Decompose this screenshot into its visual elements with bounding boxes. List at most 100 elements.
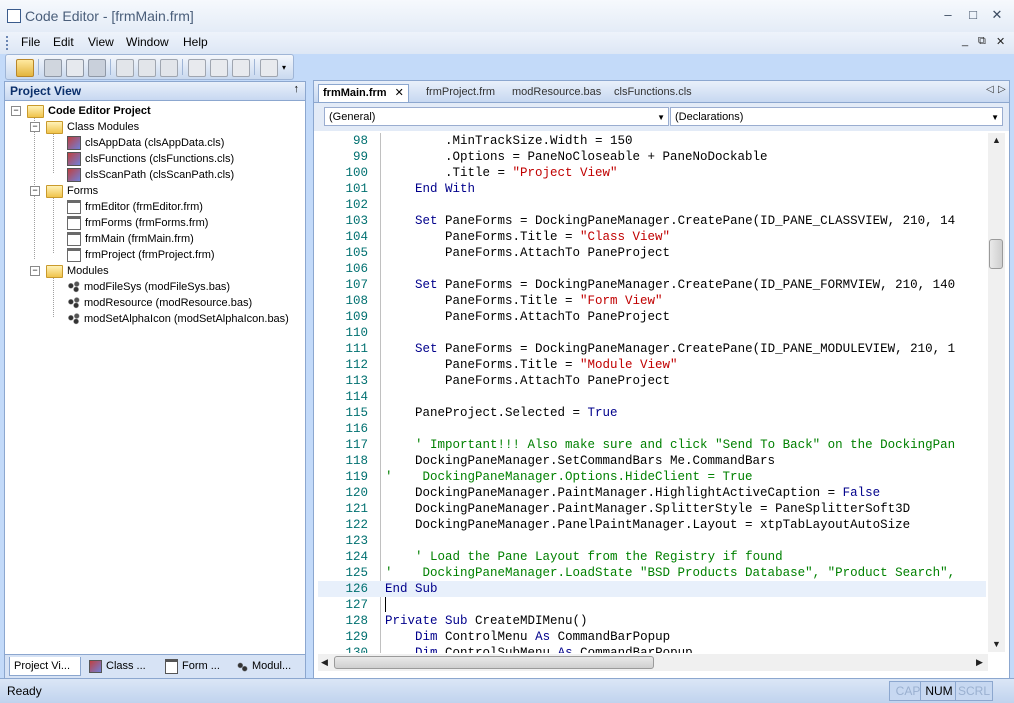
code-line[interactable]: 127 bbox=[318, 597, 986, 613]
code-text: End Sub bbox=[385, 582, 438, 596]
code-line[interactable]: 109 PaneForms.AttachTo PaneProject bbox=[318, 309, 986, 325]
print-icon[interactable] bbox=[44, 59, 62, 77]
tab-project-view[interactable]: Project Vi... bbox=[9, 657, 81, 676]
code-line[interactable]: 116 bbox=[318, 421, 986, 437]
scroll-up-icon[interactable]: ▲ bbox=[992, 135, 1001, 145]
code-line[interactable]: 105 PaneForms.AttachTo PaneProject bbox=[318, 245, 986, 261]
code-line[interactable]: 123 bbox=[318, 533, 986, 549]
tab-clsfunctions[interactable]: clsFunctions.cls bbox=[614, 84, 692, 101]
scroll-down-icon[interactable]: ▼ bbox=[992, 639, 1001, 649]
procedure-combo[interactable]: (Declarations) ▼ bbox=[670, 107, 1003, 126]
code-line[interactable]: 98 .MinTrackSize.Width = 150 bbox=[318, 133, 986, 149]
code-line[interactable]: 102 bbox=[318, 197, 986, 213]
code-line[interactable]: 101 End With bbox=[318, 181, 986, 197]
tree-item-modfilesys[interactable]: modFileSys (modFileSys.bas) bbox=[67, 279, 230, 295]
line-number: 118 bbox=[345, 454, 368, 468]
toolbar-overflow-icon[interactable]: ▾ bbox=[282, 63, 286, 72]
code-line[interactable]: 115 PaneProject.Selected = True bbox=[318, 405, 986, 421]
tab-class-view[interactable]: Class ... bbox=[85, 657, 159, 675]
mdi-minimize-button[interactable]: _ bbox=[962, 35, 968, 47]
code-line[interactable]: 128 Private Sub CreateMDIMenu() bbox=[318, 613, 986, 629]
tab-module-view[interactable]: Modul... bbox=[233, 657, 307, 675]
menubar-grip[interactable] bbox=[6, 36, 11, 50]
tab-frmproject[interactable]: frmProject.frm bbox=[426, 84, 495, 101]
menu-view[interactable]: View bbox=[88, 35, 114, 49]
close-tab-icon[interactable]: ✕ bbox=[395, 87, 404, 99]
tree-item-frmeditor[interactable]: frmEditor (frmEditor.frm) bbox=[67, 199, 203, 215]
scroll-left-icon[interactable]: ◀ bbox=[321, 657, 328, 668]
collapse-icon[interactable]: − bbox=[11, 106, 21, 116]
tree-item-clsscanpath[interactable]: clsScanPath (clsScanPath.cls) bbox=[67, 167, 234, 183]
code-line[interactable]: 129 Dim ControlMenu As CommandBarPopup bbox=[318, 629, 986, 645]
close-button[interactable]: ✕ bbox=[989, 7, 1005, 23]
code-line[interactable]: 114 bbox=[318, 389, 986, 405]
tab-scroll-right-icon[interactable]: ▷ bbox=[998, 84, 1006, 95]
code-line[interactable]: 113 PaneForms.AttachTo PaneProject bbox=[318, 373, 986, 389]
code-line[interactable]: 108 PaneForms.Title = "Form View" bbox=[318, 293, 986, 309]
tree-item-modresource[interactable]: modResource (modResource.bas) bbox=[67, 295, 252, 311]
maximize-button[interactable]: □ bbox=[965, 7, 981, 23]
code-line[interactable]: 126 End Sub bbox=[318, 581, 986, 597]
scroll-right-icon[interactable]: ▶ bbox=[976, 657, 983, 668]
menu-window[interactable]: Window bbox=[126, 35, 169, 49]
collapse-icon[interactable]: − bbox=[30, 186, 40, 196]
cut-icon[interactable] bbox=[116, 59, 134, 77]
code-line[interactable]: 121 DockingPaneManager.PaintManager.Spli… bbox=[318, 501, 986, 517]
code-line[interactable]: 99 .Options = PaneNoCloseable + PaneNoDo… bbox=[318, 149, 986, 165]
code-line[interactable]: 125 ' DockingPaneManager.LoadState "BSD P… bbox=[318, 565, 986, 581]
mdi-restore-button[interactable]: ⧉ bbox=[978, 35, 986, 48]
code-line[interactable]: 118 DockingPaneManager.SetCommandBars Me… bbox=[318, 453, 986, 469]
code-line[interactable]: 107 Set PaneForms = DockingPaneManager.C… bbox=[318, 277, 986, 293]
clear-icon[interactable] bbox=[188, 59, 206, 77]
code-line[interactable]: 124 ' Load the Pane Layout from the Regi… bbox=[318, 549, 986, 565]
pin-icon[interactable]: ↑ bbox=[294, 83, 300, 95]
code-line[interactable]: 122 DockingPaneManager.PanelPaintManager… bbox=[318, 517, 986, 533]
tab-form-view[interactable]: Form ... bbox=[161, 657, 231, 675]
tab-modresource[interactable]: modResource.bas bbox=[512, 84, 601, 101]
horizontal-scrollbar[interactable]: ◀ ▶ bbox=[318, 654, 988, 671]
open-folder-icon[interactable] bbox=[16, 59, 34, 77]
menu-file[interactable]: File bbox=[21, 35, 40, 49]
code-line[interactable]: 110 bbox=[318, 325, 986, 341]
save-icon[interactable] bbox=[88, 59, 106, 77]
code-line[interactable]: 130 Dim ControlSubMenu As CommandBarPopu… bbox=[318, 645, 986, 653]
paste-icon[interactable] bbox=[160, 59, 178, 77]
collapse-icon[interactable]: − bbox=[30, 266, 40, 276]
vertical-scrollbar[interactable]: ▲ ▼ bbox=[988, 133, 1005, 652]
module-icon bbox=[67, 313, 80, 326]
code-text: Set PaneForms = DockingPaneManager.Creat… bbox=[415, 278, 956, 292]
vertical-scroll-thumb[interactable] bbox=[989, 239, 1003, 269]
code-line[interactable]: 112 PaneForms.Title = "Module View" bbox=[318, 357, 986, 373]
line-number: 98 bbox=[352, 134, 368, 148]
minimize-button[interactable]: – bbox=[940, 7, 956, 23]
tree-item-clsfunctions[interactable]: clsFunctions (clsFunctions.cls) bbox=[67, 151, 234, 167]
window-icon[interactable] bbox=[260, 59, 278, 77]
tree-item-modsetalphaicon[interactable]: modSetAlphaIcon (modSetAlphaIcon.bas) bbox=[67, 311, 289, 327]
code-line[interactable]: 106 bbox=[318, 261, 986, 277]
object-combo[interactable]: (General) ▼ bbox=[324, 107, 669, 126]
print-preview-icon[interactable] bbox=[66, 59, 84, 77]
code-line[interactable]: 100 .Title = "Project View" bbox=[318, 165, 986, 181]
tab-scroll-left-icon[interactable]: ◁ bbox=[986, 84, 994, 95]
collapse-icon[interactable]: − bbox=[30, 122, 40, 132]
tab-frmmain[interactable]: frmMain.frm ✕ bbox=[318, 84, 409, 102]
code-line[interactable]: 120 DockingPaneManager.PaintManager.High… bbox=[318, 485, 986, 501]
tree-item-frmproject[interactable]: frmProject (frmProject.frm) bbox=[67, 247, 215, 263]
code-line[interactable]: 119 ' DockingPaneManager.Options.HideClie… bbox=[318, 469, 986, 485]
code-line[interactable]: 104 PaneForms.Title = "Class View" bbox=[318, 229, 986, 245]
tree-item-clsappdata[interactable]: clsAppData (clsAppData.cls) bbox=[67, 135, 224, 151]
tree-item-frmmain[interactable]: frmMain (frmMain.frm) bbox=[67, 231, 194, 247]
code-line[interactable]: 111 Set PaneForms = DockingPaneManager.C… bbox=[318, 341, 986, 357]
menu-edit[interactable]: Edit bbox=[53, 35, 74, 49]
code-line[interactable]: 117 ' Important!!! Also make sure and cl… bbox=[318, 437, 986, 453]
code-line[interactable]: 103 Set PaneForms = DockingPaneManager.C… bbox=[318, 213, 986, 229]
line-number: 105 bbox=[345, 246, 368, 260]
properties-icon[interactable] bbox=[210, 59, 228, 77]
mdi-close-button[interactable]: ✕ bbox=[996, 35, 1005, 48]
horizontal-scroll-thumb[interactable] bbox=[334, 656, 654, 669]
tree-item-frmforms[interactable]: frmForms (frmForms.frm) bbox=[67, 215, 208, 231]
menu-help[interactable]: Help bbox=[183, 35, 208, 49]
copy-icon[interactable] bbox=[138, 59, 156, 77]
code-area[interactable]: 98 .MinTrackSize.Width = 150 99 .Options … bbox=[318, 133, 986, 653]
settings-icon[interactable] bbox=[232, 59, 250, 77]
